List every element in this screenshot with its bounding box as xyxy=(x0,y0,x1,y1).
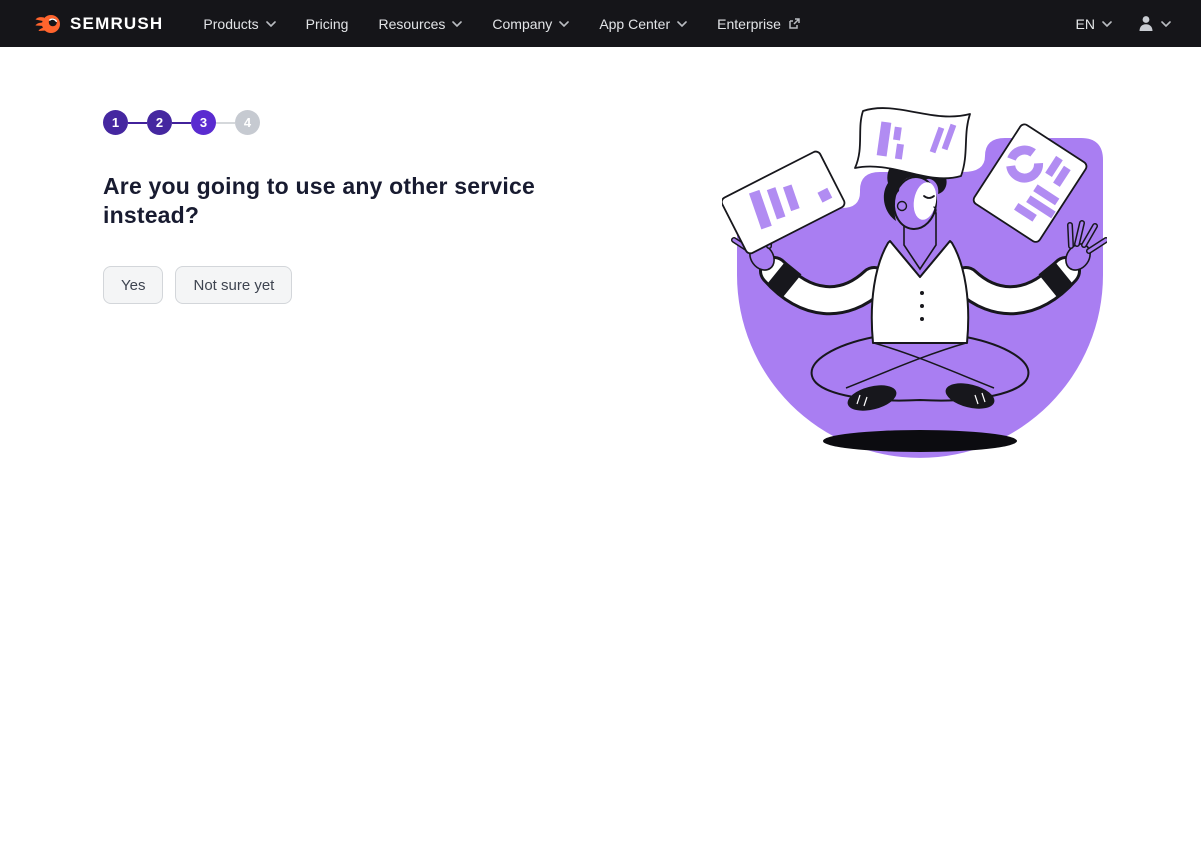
chevron-down-icon xyxy=(265,20,276,27)
chevron-down-icon xyxy=(452,20,463,27)
document-top xyxy=(854,107,971,180)
step-4: 4 xyxy=(235,110,260,135)
nav-item-products[interactable]: Products xyxy=(203,16,276,32)
step-connector xyxy=(216,121,235,124)
floor-shadow xyxy=(823,430,1017,452)
chevron-down-icon xyxy=(559,20,570,27)
chevron-down-icon xyxy=(1102,20,1112,27)
nav-item-resources[interactable]: Resources xyxy=(378,16,463,32)
nav-item-company[interactable]: Company xyxy=(492,16,570,32)
page-title-line1: Are you going to use any other service xyxy=(103,173,535,199)
top-navbar: SEMRUSH Products Pricing Resources Compa… xyxy=(0,0,1201,47)
external-link-icon xyxy=(789,18,800,29)
chevron-down-icon xyxy=(677,20,687,27)
page-title: Are you going to use any other service i… xyxy=(103,172,623,230)
semrush-logo[interactable]: SEMRUSH xyxy=(35,13,163,35)
nav-item-enterprise[interactable]: Enterprise xyxy=(717,16,801,32)
yes-button[interactable]: Yes xyxy=(103,266,164,304)
page-title-line2: instead? xyxy=(103,202,200,228)
step-connector xyxy=(172,121,191,124)
meditation-illustration xyxy=(720,97,1109,462)
progress-stepper: 1 2 3 4 xyxy=(103,110,260,135)
nav-item-pricing[interactable]: Pricing xyxy=(306,16,349,32)
user-icon xyxy=(1139,16,1153,31)
user-menu[interactable] xyxy=(1138,15,1171,32)
step-connector xyxy=(128,121,147,124)
semrush-flame-icon xyxy=(35,13,61,35)
brand-name: SEMRUSH xyxy=(70,13,164,33)
not-sure-yet-button[interactable]: Not sure yet xyxy=(175,266,293,304)
chevron-down-icon xyxy=(1161,20,1171,27)
step-1: 1 xyxy=(103,110,128,135)
answer-buttons: Yes Not sure yet xyxy=(103,266,293,304)
language-selector[interactable]: EN xyxy=(1076,16,1112,32)
step-3: 3 xyxy=(191,110,216,135)
nav-right-cluster: EN xyxy=(1076,15,1171,32)
main-nav: Products Pricing Resources Company App C… xyxy=(203,16,801,32)
step-2: 2 xyxy=(147,110,172,135)
nav-item-app-center[interactable]: App Center xyxy=(599,16,687,32)
